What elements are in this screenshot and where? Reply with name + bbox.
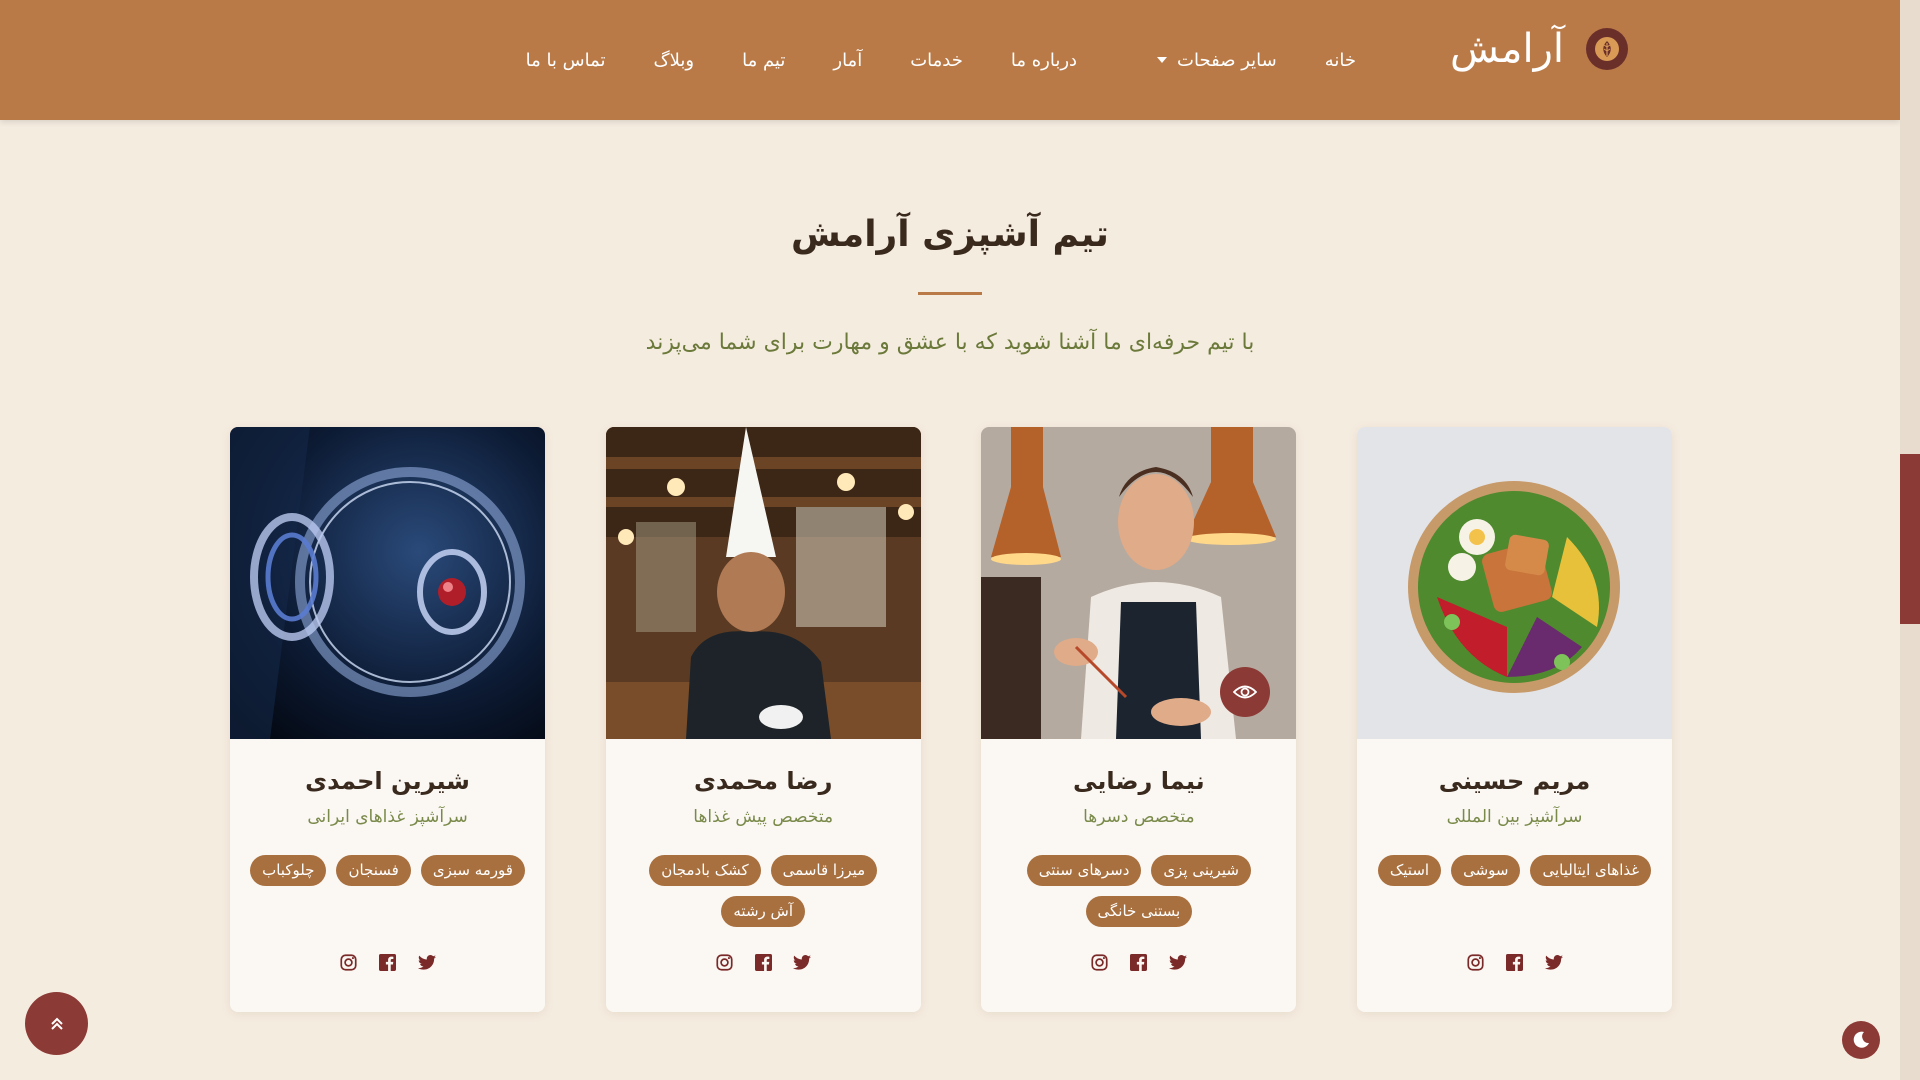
specialty-tag: استیک xyxy=(1377,855,1442,886)
section-title: تیم آشپزی آرامش xyxy=(791,214,1109,255)
specialty-tag: شیرینی پزی xyxy=(1151,855,1251,886)
specialty-tag: دسرهای سنتی xyxy=(1026,855,1142,886)
team-member-photo[interactable] xyxy=(605,427,921,739)
section-subtitle: با تیم حرفه‌ای ما آشنا شوید که با عشق و … xyxy=(645,330,1255,355)
nav-label: خدمات xyxy=(910,49,963,71)
instagram-icon[interactable] xyxy=(715,953,734,972)
twitter-icon[interactable] xyxy=(1544,953,1563,972)
social-links xyxy=(981,953,1296,972)
team-card: مریم حسینی سرآشپز بین المللی غذاهای ایتا… xyxy=(1357,427,1672,1012)
member-name: نیما رضایی xyxy=(1073,767,1205,795)
team-member-photo[interactable] xyxy=(230,427,546,739)
back-to-top-button[interactable] xyxy=(25,992,88,1055)
leaf-emblem-icon xyxy=(1586,28,1628,70)
twitter-icon[interactable] xyxy=(417,953,436,972)
nav-item-other-pages[interactable]: سایر صفحات xyxy=(1133,50,1301,71)
specialty-tag: کشک بادمجان xyxy=(649,855,761,886)
nav-label: وبلاگ xyxy=(653,49,695,71)
specialty-tag: چلوکباب xyxy=(250,855,327,886)
social-links xyxy=(606,953,921,972)
twitter-icon[interactable] xyxy=(793,953,812,972)
member-role: سرآشپز غذاهای ایرانی xyxy=(307,807,468,827)
member-role: متخصص پیش غذاها xyxy=(693,807,834,827)
specialty-tag: آش رشته xyxy=(721,896,806,927)
team-card: نیما رضایی متخصص دسرها شیرینی پزی دسرهای… xyxy=(981,427,1297,1012)
brand[interactable]: آرامش xyxy=(1450,28,1628,70)
brand-name: آرامش xyxy=(1450,26,1564,72)
double-chevron-up-icon xyxy=(50,1017,63,1030)
nav-item-blog[interactable]: وبلاگ xyxy=(630,50,719,71)
nav-label: سایر صفحات xyxy=(1177,49,1277,71)
nav-item-home[interactable]: خانه xyxy=(1301,50,1380,71)
page-scrollbar[interactable] xyxy=(1900,0,1920,1080)
specialty-tag: فسنجان xyxy=(336,855,411,886)
team-member-photo[interactable] xyxy=(1357,427,1672,739)
twitter-icon[interactable] xyxy=(1168,953,1187,972)
nav-label: تماس با ما xyxy=(525,49,606,71)
specialty-tags: میرزا قاسمی کشک بادمجان آش رشته xyxy=(623,855,903,927)
specialty-tag: قورمه سبزی xyxy=(420,855,525,886)
nav-item-about[interactable]: درباره ما xyxy=(987,50,1101,71)
team-card: شیرین احمدی سرآشپز غذاهای ایرانی قورمه س… xyxy=(230,427,546,1012)
member-role: متخصص دسرها xyxy=(1083,807,1195,827)
nav-item-team[interactable]: تیم ما xyxy=(718,50,809,71)
nav-label: خانه xyxy=(1324,49,1356,71)
facebook-icon[interactable] xyxy=(1129,953,1148,972)
eye-icon xyxy=(1233,685,1258,699)
team-cards: شیرین احمدی سرآشپز غذاهای ایرانی قورمه س… xyxy=(230,427,1672,1012)
title-underline xyxy=(918,292,982,295)
nav-item-contact[interactable]: تماس با ما xyxy=(502,50,630,71)
moon-icon xyxy=(1853,1031,1869,1048)
site-header: آرامش خانه سایر صفحات درباره ما خدمات آم… xyxy=(0,0,1900,120)
specialty-tag: میرزا قاسمی xyxy=(770,855,878,886)
member-role: سرآشپز بین المللی xyxy=(1446,807,1583,827)
nav-label: درباره ما xyxy=(1010,49,1078,71)
view-profile-button[interactable] xyxy=(1220,667,1271,717)
team-card: رضا محمدی متخصص پیش غذاها میرزا قاسمی کش… xyxy=(605,427,921,1012)
instagram-icon[interactable] xyxy=(1090,953,1109,972)
specialty-tag: بستنی خانگی xyxy=(1085,896,1193,927)
nav-item-stats[interactable]: آمار xyxy=(809,50,886,71)
social-links xyxy=(1357,953,1672,972)
specialty-tags: غذاهای ایتالیایی سوشی استیک xyxy=(1375,855,1655,886)
member-name: رضا محمدی xyxy=(693,767,833,795)
facebook-icon[interactable] xyxy=(754,953,773,972)
facebook-icon[interactable] xyxy=(1505,953,1524,972)
social-links xyxy=(230,953,545,972)
main-nav: خانه سایر صفحات درباره ما خدمات آمار تیم… xyxy=(502,0,1380,120)
nav-item-services[interactable]: خدمات xyxy=(886,50,987,71)
chevron-down-icon xyxy=(1157,57,1168,63)
facebook-icon[interactable] xyxy=(378,953,397,972)
nav-label: تیم ما xyxy=(742,49,786,71)
instagram-icon[interactable] xyxy=(339,953,358,972)
member-name: شیرین احمدی xyxy=(305,767,470,795)
member-name: مریم حسینی xyxy=(1438,767,1591,795)
specialty-tag: غذاهای ایتالیایی xyxy=(1530,855,1652,886)
specialty-tags: شیرینی پزی دسرهای سنتی بستنی خانگی xyxy=(999,855,1279,927)
nav-label: آمار xyxy=(833,49,863,71)
instagram-icon[interactable] xyxy=(1466,953,1485,972)
scrollbar-thumb[interactable] xyxy=(1900,454,1920,624)
specialty-tags: قورمه سبزی فسنجان چلوکباب xyxy=(248,855,528,886)
dark-mode-toggle[interactable] xyxy=(1842,1021,1880,1059)
team-member-photo[interactable] xyxy=(981,427,1297,739)
specialty-tag: سوشی xyxy=(1451,855,1521,886)
